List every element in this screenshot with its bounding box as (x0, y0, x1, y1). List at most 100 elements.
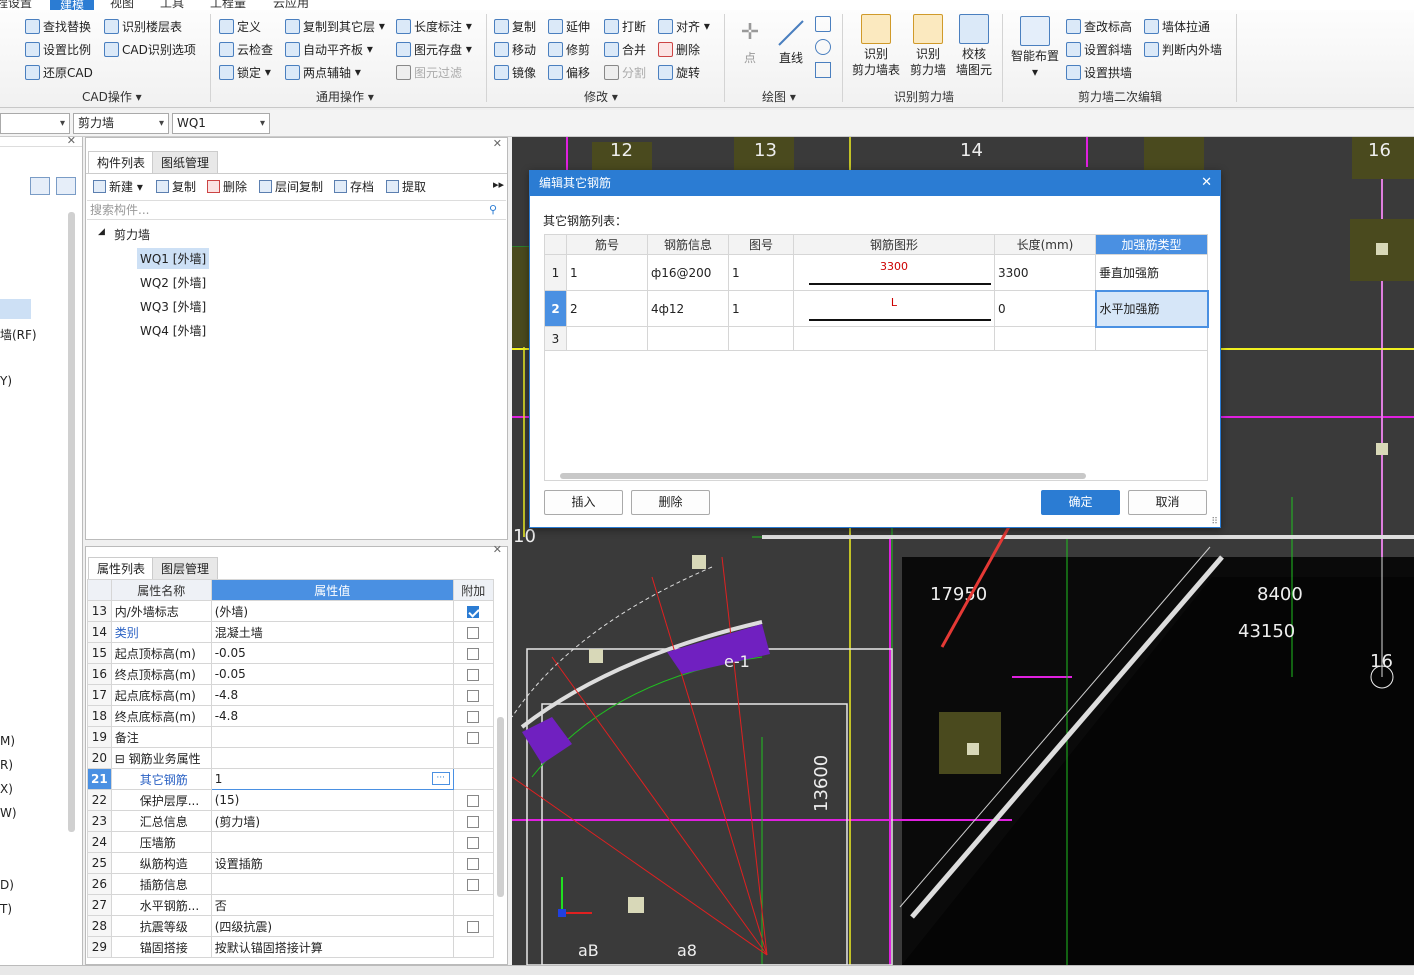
draw-line-button[interactable]: 直线 (774, 18, 808, 66)
group-label-draw[interactable]: 绘图 ▾ (762, 88, 796, 105)
archive-button[interactable]: 存档 (334, 178, 374, 195)
figure-no-cell[interactable]: 1 (728, 290, 794, 327)
figure-no-cell[interactable] (728, 326, 794, 351)
mirror-button[interactable]: 镜像 (494, 62, 536, 82)
identify-wall-table-button[interactable]: 识别 剪力墙表 (850, 14, 902, 78)
property-value[interactable]: -0.05 (210, 642, 454, 664)
delete-row-button[interactable]: 删除 (631, 490, 710, 515)
attach-checkbox[interactable] (467, 920, 480, 933)
property-value[interactable] (210, 747, 454, 769)
break-button[interactable]: 打断 (604, 16, 646, 36)
trim-button[interactable]: 修剪 (548, 39, 590, 59)
property-row[interactable]: 19 备注 (87, 726, 494, 748)
property-value[interactable]: -0.05 (210, 663, 454, 685)
length-cell[interactable]: 0 (994, 290, 1096, 327)
rotate-button[interactable]: 旋转 (658, 62, 700, 82)
horizontal-scrollbar[interactable] (560, 473, 1086, 479)
floor-combo[interactable] (0, 113, 70, 134)
delete-button[interactable]: 删除 (658, 39, 700, 59)
insert-button[interactable]: 插入 (544, 490, 623, 515)
menu-item-cloud[interactable]: 云应用 (273, 0, 309, 10)
move-button[interactable]: 移动 (494, 39, 536, 59)
copy-button[interactable]: 复制 (494, 16, 536, 36)
restore-cad-button[interactable]: 还原CAD (25, 62, 93, 82)
property-value[interactable]: -4.8 (210, 684, 454, 706)
property-value[interactable]: 否 (210, 894, 454, 916)
group-label-cad[interactable]: CAD操作 ▾ (82, 88, 142, 105)
length-dimension-button[interactable]: 长度标注 ▾ (396, 16, 472, 36)
tree-root[interactable]: 剪力墙 (114, 226, 150, 243)
menu-item-quantity[interactable]: 工程量 (210, 0, 246, 10)
rebar-info-cell[interactable]: 4ф12 (647, 290, 729, 327)
nav-item[interactable]: Y) (0, 374, 12, 388)
close-icon[interactable]: ✕ (1201, 175, 1212, 190)
copy-to-other-floor-button[interactable]: 复制到其它层 ▾ (285, 16, 385, 36)
scrollbar[interactable] (68, 212, 75, 832)
nav-item[interactable]: 墙(RF) (0, 326, 37, 343)
copy-component-button[interactable]: 复制 (156, 178, 196, 195)
property-value[interactable]: 1 ··· (210, 768, 454, 790)
search-input[interactable]: 搜索构件... (87, 200, 506, 220)
two-point-axis-button[interactable]: 两点辅轴 ▾ (285, 62, 361, 82)
property-row[interactable]: 16 终点顶标高(m) -0.05 (87, 663, 494, 685)
property-value[interactable]: (剪力墙) (210, 810, 454, 832)
menu-item-modeling[interactable]: 建模 (50, 0, 95, 10)
element-filter-button[interactable]: 图元过滤 (396, 62, 462, 82)
ellipsis-button[interactable]: ··· (431, 772, 450, 785)
property-value[interactable]: 按默认锚固搭接计算 (210, 936, 454, 958)
property-row[interactable]: 14 类别 混凝土墙 (87, 621, 494, 643)
cancel-button[interactable]: 取消 (1128, 490, 1207, 515)
property-row[interactable]: 20 ⊟ 钢筋业务属性 (87, 747, 494, 769)
smart-layout-button[interactable]: 智能布置 ▾ (1008, 16, 1062, 80)
property-value[interactable] (210, 873, 454, 895)
rebar-shape-cell[interactable] (793, 326, 995, 351)
split-button[interactable]: 分割 (604, 62, 646, 82)
property-row[interactable]: 23 汇总信息 (剪力墙) (87, 810, 494, 832)
property-value[interactable]: 设置插筋 (210, 852, 454, 874)
attach-checkbox[interactable] (467, 878, 480, 891)
delete-component-button[interactable]: 删除 (207, 178, 247, 195)
property-row[interactable]: 28 抗震等级 (四级抗震) (87, 915, 494, 937)
align-button[interactable]: 对齐 ▾ (658, 16, 710, 36)
lock-button[interactable]: 锁定 ▾ (219, 62, 271, 82)
attach-checkbox[interactable] (467, 794, 480, 807)
bar-no-cell[interactable]: 2 (566, 290, 648, 327)
nav-item[interactable]: M) (0, 734, 15, 748)
cloud-check-button[interactable]: 云检查 (219, 39, 273, 59)
resize-grip-icon[interactable]: ⠿ (1211, 517, 1218, 527)
property-value[interactable]: 混凝土墙 (210, 621, 454, 643)
property-row[interactable]: 21 其它钢筋 1 ··· (87, 768, 494, 790)
figure-no-cell[interactable]: 1 (728, 254, 794, 291)
circle-icon[interactable] (815, 39, 831, 55)
nav-selected-item[interactable] (0, 299, 31, 319)
close-icon[interactable]: ✕ (493, 137, 502, 150)
define-button[interactable]: 定义 (219, 16, 261, 36)
merge-button[interactable]: 合并 (604, 39, 646, 59)
check-wall-button[interactable]: 校核 墙图元 (952, 14, 996, 78)
property-value[interactable] (210, 726, 454, 748)
wall-extend-button[interactable]: 墙体拉通 (1144, 16, 1210, 36)
reinforcement-type-cell[interactable] (1095, 326, 1208, 351)
attach-checkbox[interactable] (467, 605, 480, 618)
rebar-info-cell[interactable]: ф16@200 (647, 254, 729, 291)
nav-item[interactable]: T) (0, 902, 12, 916)
attach-checkbox[interactable] (467, 689, 480, 702)
property-row[interactable]: 22 保护层厚... (15) (87, 789, 494, 811)
nav-item[interactable]: R) (0, 758, 13, 772)
tree-item-wq1[interactable]: WQ1 [外墙] (137, 248, 210, 269)
property-row[interactable]: 18 终点底标高(m) -4.8 (87, 705, 494, 727)
property-row[interactable]: 25 纵筋构造 设置插筋 (87, 852, 494, 874)
rebar-row[interactable]: 3 (544, 326, 1208, 351)
close-icon[interactable]: ✕ (493, 543, 502, 556)
property-row[interactable]: 15 起点顶标高(m) -0.05 (87, 642, 494, 664)
menu-item-tools[interactable]: 工具 (160, 0, 184, 10)
attach-checkbox[interactable] (467, 626, 480, 639)
bar-no-cell[interactable]: 1 (566, 254, 648, 291)
ok-button[interactable]: 确定 (1041, 490, 1120, 515)
identify-wall-button[interactable]: 识别 剪力墙 (906, 14, 950, 78)
set-arch-wall-button[interactable]: 设置拱墙 (1066, 62, 1132, 82)
auto-align-slab-button[interactable]: 自动平齐板 ▾ (285, 39, 373, 59)
bar-no-cell[interactable] (566, 326, 648, 351)
close-icon[interactable]: ✕ (67, 134, 76, 147)
component-type-combo[interactable]: 剪力墙 (73, 113, 169, 134)
